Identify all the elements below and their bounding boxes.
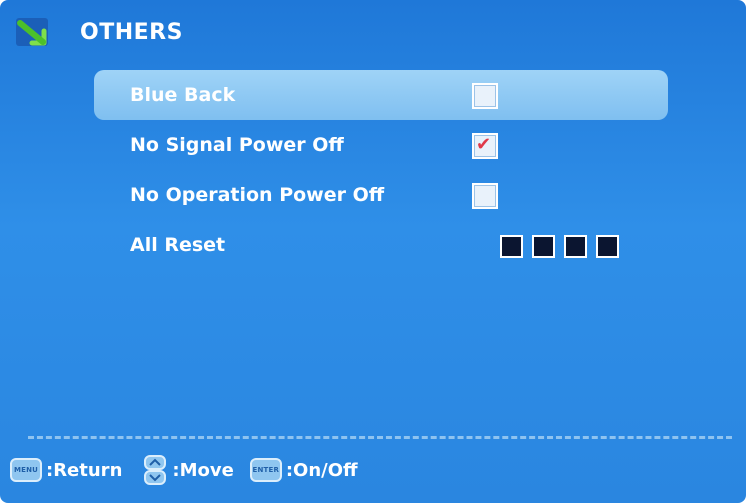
pin-box[interactable]	[564, 235, 587, 258]
blue-back-checkbox[interactable]	[472, 83, 498, 109]
pin-box[interactable]	[532, 235, 555, 258]
up-down-arrows-icon	[144, 455, 167, 485]
enter-key-icon: ENTER	[249, 458, 282, 482]
menu-key-icon: MENU	[10, 458, 42, 482]
onoff-hint: :On/Off	[285, 459, 358, 481]
no-operation-power-off-checkbox[interactable]	[472, 183, 498, 209]
menu-item-label: Blue Back	[130, 84, 236, 106]
menu-item-no-signal-power-off[interactable]: No Signal Power Off ✔	[94, 120, 668, 170]
pin-box[interactable]	[596, 235, 619, 258]
osd-screen: OTHERS Blue Back No Signal Power Off ✔ N…	[0, 0, 746, 503]
title-bar: OTHERS	[14, 12, 183, 52]
move-hint: :Move	[172, 459, 234, 481]
menu-item-blue-back[interactable]: Blue Back	[94, 70, 668, 120]
menu-item-label: No Signal Power Off	[130, 134, 344, 156]
page-title: OTHERS	[80, 19, 183, 45]
menu-item-no-operation-power-off[interactable]: No Operation Power Off	[94, 170, 668, 220]
reset-pin-boxes[interactable]	[500, 235, 619, 258]
menu-item-label: No Operation Power Off	[130, 184, 385, 206]
settings-menu: Blue Back No Signal Power Off ✔ No Opera…	[94, 70, 668, 270]
checkmark-icon: ✔	[476, 134, 492, 155]
green-arrow-icon	[14, 14, 50, 50]
return-hint: :Return	[46, 459, 123, 481]
pin-box[interactable]	[500, 235, 523, 258]
footer-divider	[28, 436, 732, 439]
footer-hints: MENU :Return :Move ENTER :On/Off	[10, 452, 366, 488]
no-signal-power-off-checkbox[interactable]: ✔	[472, 133, 498, 159]
menu-item-all-reset[interactable]: All Reset	[94, 220, 668, 270]
menu-item-label: All Reset	[130, 234, 226, 256]
